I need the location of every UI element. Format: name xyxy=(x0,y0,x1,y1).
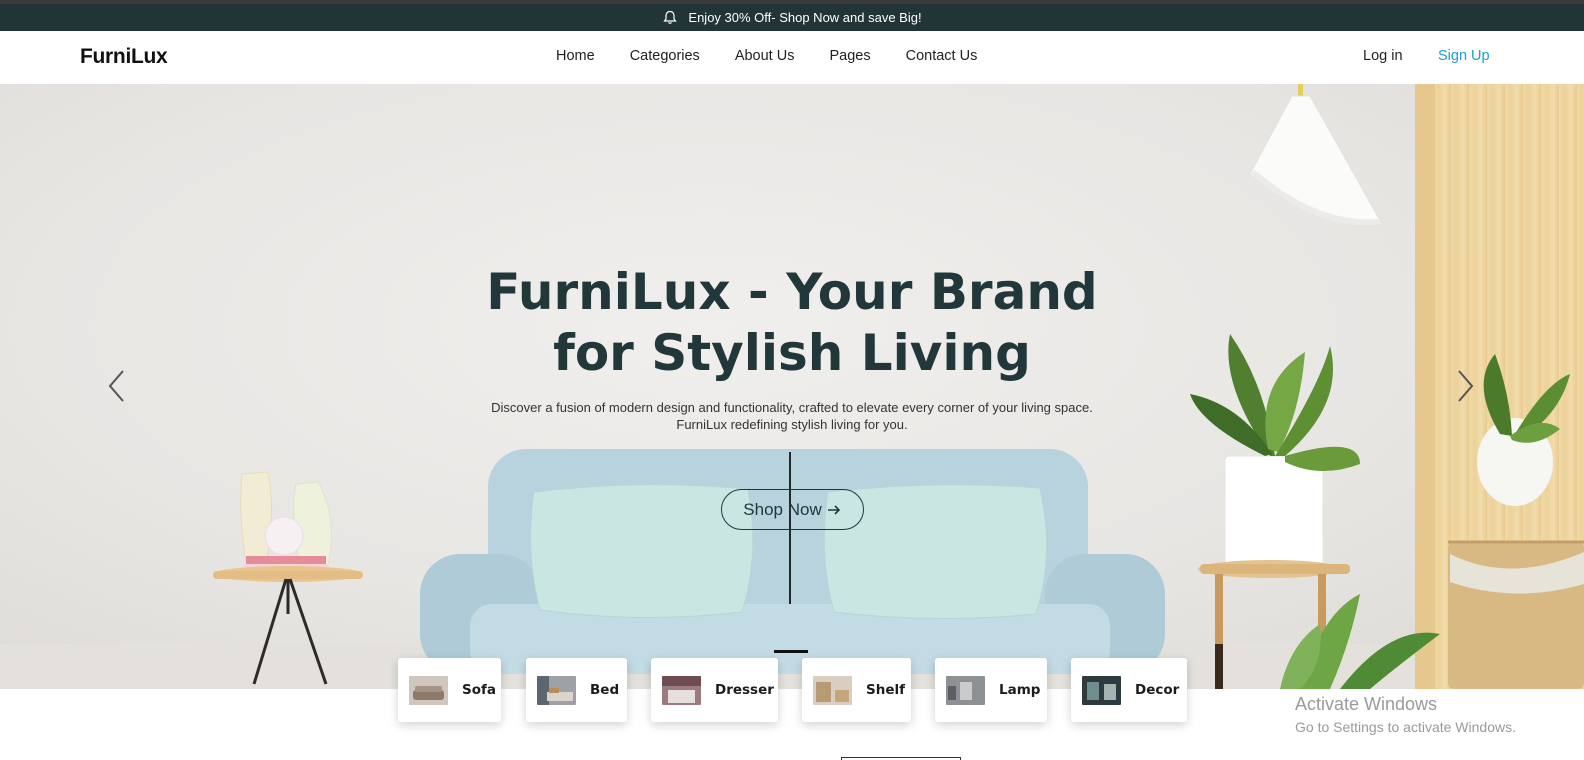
signup-link[interactable]: Sign Up xyxy=(1438,48,1490,64)
pendant-lamp-icon xyxy=(1249,95,1383,226)
hero-subtitle-line-2: FurniLux redefining stylish living for y… xyxy=(676,417,908,432)
category-label-bed: Bed xyxy=(590,682,620,698)
login-link[interactable]: Log in xyxy=(1363,48,1403,64)
category-card-dresser[interactable]: Dresser xyxy=(651,658,778,722)
hero-illustration xyxy=(213,84,1584,689)
vase-side-table xyxy=(213,471,363,685)
nav-links: Home Categories About Us Pages Contact U… xyxy=(556,48,1012,64)
category-card-lamp[interactable]: Lamp xyxy=(935,658,1047,722)
category-label-decor: Decor xyxy=(1135,682,1180,698)
plant-leaves-icon xyxy=(1190,334,1360,472)
nav-link-categories[interactable]: Categories xyxy=(630,48,700,64)
hero-title-line-1: FurniLux - Your Brand xyxy=(486,263,1098,321)
dresser-thumbnail-icon xyxy=(662,675,701,705)
top-navbar: FurniLux Home Categories About Us Pages … xyxy=(0,31,1584,84)
category-card-shelf[interactable]: Shelf xyxy=(802,658,911,722)
shelf-thumbnail-icon xyxy=(813,675,852,705)
decor-thumbnail-icon xyxy=(1082,675,1121,705)
category-label-shelf: Shelf xyxy=(866,682,905,698)
chevron-left-icon[interactable] xyxy=(105,368,129,404)
category-label-sofa: Sofa xyxy=(462,682,496,698)
arrow-right-icon xyxy=(827,504,840,515)
category-card-decor[interactable]: Decor xyxy=(1071,658,1187,722)
hero-title-line-2: for Stylish Living xyxy=(553,324,1031,382)
watermark-subtitle: Go to Settings to activate Windows. xyxy=(1295,719,1516,735)
nav-link-contact-us[interactable]: Contact Us xyxy=(906,48,978,64)
shop-now-label: Shop Now xyxy=(743,499,822,519)
category-label-lamp: Lamp xyxy=(999,682,1041,698)
promo-text: Enjoy 30% Off- Shop Now and save Big! xyxy=(688,10,922,25)
hero-subtitle-line-1: Discover a fusion of modern design and f… xyxy=(491,400,1093,415)
bed-thumbnail-icon xyxy=(537,675,576,705)
brand-logo[interactable]: FurniLux xyxy=(80,45,168,69)
hero-carousel: FurniLux - Your Brand for Stylish Living… xyxy=(0,84,1584,689)
sofa-thumbnail-icon xyxy=(409,675,448,705)
hero-subtitle: Discover a fusion of modern design and f… xyxy=(392,399,1192,433)
nav-link-about-us[interactable]: About Us xyxy=(735,48,795,64)
watermark-title: Activate Windows xyxy=(1295,694,1438,714)
windows-activation-watermark: Activate Windows Go to Settings to activ… xyxy=(1295,694,1516,735)
lamp-thumbnail-icon xyxy=(946,675,985,705)
sofa-illustration xyxy=(420,449,1165,689)
nav-link-home[interactable]: Home xyxy=(556,48,595,64)
category-card-sofa[interactable]: Sofa xyxy=(398,658,501,722)
promo-banner: Enjoy 30% Off- Shop Now and save Big! xyxy=(0,4,1584,31)
bell-icon xyxy=(663,10,678,24)
category-card-bed[interactable]: Bed xyxy=(526,658,627,722)
chevron-right-icon[interactable] xyxy=(1453,368,1477,404)
nav-link-pages[interactable]: Pages xyxy=(829,48,870,64)
shop-now-button[interactable]: Shop Now xyxy=(721,489,864,530)
category-label-dresser: Dresser xyxy=(715,682,774,698)
hero-title: FurniLux - Your Brand for Stylish Living xyxy=(392,262,1192,384)
